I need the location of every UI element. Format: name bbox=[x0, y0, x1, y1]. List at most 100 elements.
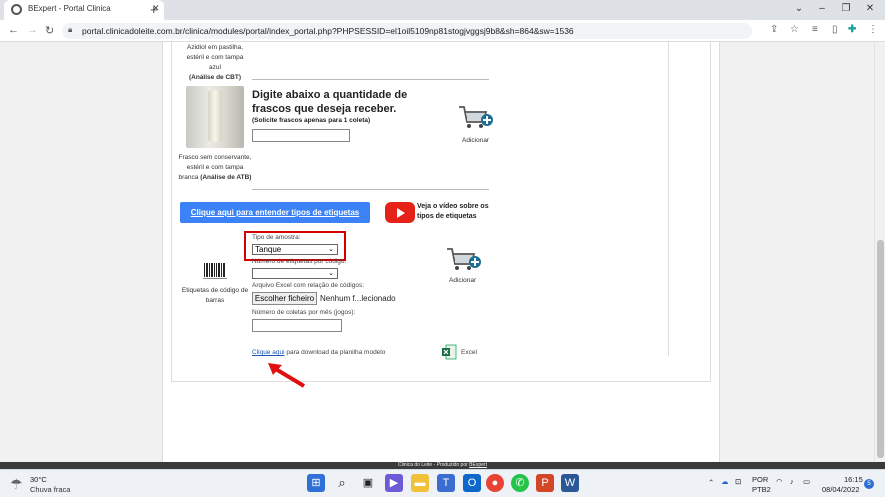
download-rest: para download da planilha modelo bbox=[284, 349, 386, 356]
scrollbar-thumb[interactable] bbox=[877, 240, 884, 458]
chrome-icon[interactable]: ● bbox=[486, 474, 504, 492]
tipo-amostra-value: Tanque bbox=[255, 245, 282, 254]
frasco-analysis: (Análise de ATB) bbox=[200, 174, 252, 181]
add-cart-icon[interactable] bbox=[445, 246, 481, 276]
divider bbox=[252, 189, 489, 190]
side-panel-icon[interactable]: ▯ bbox=[832, 24, 838, 35]
frasco-caption-line3: branca bbox=[178, 174, 199, 181]
teams-icon[interactable]: T bbox=[437, 474, 455, 492]
barcode-icon bbox=[203, 263, 227, 279]
chevron-up-icon[interactable]: ⌃ bbox=[708, 478, 714, 487]
chevron-down-icon: ⌄ bbox=[328, 246, 334, 253]
frasco-caption-line2: estéril e com tampa bbox=[186, 164, 244, 171]
youtube-icon[interactable] bbox=[385, 202, 415, 223]
chat-icon[interactable]: ▶ bbox=[385, 474, 403, 492]
new-tab-button[interactable]: + bbox=[150, 2, 158, 17]
forward-button[interactable]: → bbox=[27, 24, 38, 36]
maximize-button[interactable]: ❐ bbox=[836, 3, 856, 14]
web-page: Azidiol em pastilha, estéril e com tampa… bbox=[0, 42, 885, 462]
chevron-down-icon: ⌄ bbox=[328, 270, 334, 277]
frasco-quantity-input[interactable] bbox=[252, 129, 350, 142]
tab-title: BExpert - Portal Clinica bbox=[28, 4, 111, 13]
frasco-heading: Digite abaixo a quantidade de frascos qu… bbox=[252, 89, 408, 115]
tray-icon[interactable]: ⊡ bbox=[735, 477, 741, 486]
frasco-subnote: (Solicite frascos apenas para 1 coleta) bbox=[252, 117, 371, 124]
excel-label[interactable]: Excel bbox=[461, 349, 477, 356]
volume-icon[interactable]: ♪ bbox=[790, 477, 794, 486]
frasco-caption-line1: Frasco sem conservante, bbox=[178, 154, 252, 161]
onedrive-icon[interactable]: ☁ bbox=[721, 477, 729, 486]
tipo-amostra-select[interactable]: Tanque ⌄ bbox=[252, 244, 338, 255]
lock-icon: 🔒︎ bbox=[68, 25, 73, 34]
globe-icon bbox=[11, 4, 22, 15]
menu-icon[interactable]: ⋮ bbox=[868, 24, 878, 35]
azidiol-caption-line2: estéril e com tampa azul bbox=[186, 54, 244, 71]
file-explorer-icon[interactable]: ▬ bbox=[411, 474, 429, 492]
flask-image bbox=[186, 86, 244, 148]
start-icon[interactable]: ⊞ bbox=[307, 474, 325, 492]
outlook-icon[interactable]: O bbox=[463, 474, 481, 492]
num-etiquetas-label: Número de etiquetas por código: bbox=[252, 258, 347, 265]
footer-text: Clinica do Leite - Produzido por BExpert bbox=[0, 462, 885, 469]
azidiol-analysis: (Análise de CBT) bbox=[188, 74, 241, 81]
download-text: Clique aqui para download da planilha mo… bbox=[252, 349, 385, 356]
task-view-icon[interactable]: ▣ bbox=[359, 474, 377, 492]
word-icon[interactable]: W bbox=[561, 474, 579, 492]
search-icon[interactable]: ⌕ bbox=[333, 474, 351, 492]
barcode-caption: Etiquetas de código de barras bbox=[180, 286, 250, 306]
etiquetas-info-button[interactable]: Clique aqui para entender tipos de etiqu… bbox=[180, 202, 370, 223]
minimize-button[interactable]: – bbox=[812, 3, 832, 14]
back-button[interactable]: ← bbox=[8, 24, 19, 36]
temperature[interactable]: 30°C bbox=[30, 475, 47, 484]
reading-list-icon[interactable]: ≡ bbox=[812, 24, 818, 35]
excel-icon[interactable] bbox=[442, 344, 457, 360]
barcode-caption-line1: Etiquetas de código de bbox=[181, 287, 249, 294]
weather-text[interactable]: Chuva fraca bbox=[30, 485, 70, 494]
address-bar[interactable]: 🔒︎ portal.clinicadoleite.com.br/clinica/… bbox=[62, 23, 752, 39]
frasco-caption: Frasco sem conservante, estéril e com ta… bbox=[177, 153, 253, 183]
page-scrollbar[interactable] bbox=[874, 42, 885, 462]
weather-rain-icon[interactable]: ☂ bbox=[10, 476, 23, 493]
num-etiquetas-select[interactable]: ⌄ bbox=[252, 268, 338, 279]
url-text: portal.clinicadoleite.com.br/clinica/mod… bbox=[82, 26, 574, 36]
footer-link[interactable]: BExpert bbox=[469, 462, 487, 468]
video-text-line2: tipos de etiquetas bbox=[417, 213, 477, 220]
azidiol-caption: Azidiol em pastilha, estéril e com tampa… bbox=[180, 43, 250, 83]
footer-credit: Clinica do Leite - Produzido por bbox=[398, 462, 468, 468]
browser-tab[interactable]: BExpert - Portal Clinica ✕ bbox=[4, 0, 164, 20]
chevron-down-icon[interactable]: ⌄ bbox=[789, 3, 809, 14]
notification-badge[interactable]: 5 bbox=[864, 479, 874, 489]
azidiol-caption-line1: Azidiol em pastilha, bbox=[187, 44, 243, 51]
whatsapp-icon[interactable]: ✆ bbox=[511, 474, 529, 492]
add-label[interactable]: Adicionar bbox=[462, 137, 489, 144]
file-status: Nenhum f...lecionado bbox=[320, 294, 396, 303]
powerpoint-icon[interactable]: P bbox=[536, 474, 554, 492]
add-label[interactable]: Adicionar bbox=[449, 277, 476, 284]
language-top[interactable]: POR bbox=[752, 475, 768, 484]
download-link[interactable]: Clique aqui bbox=[252, 349, 285, 356]
battery-icon[interactable]: ▭ bbox=[803, 477, 810, 486]
num-coletas-label: Número de coletas por mês (jogos): bbox=[252, 309, 356, 316]
clock-time[interactable]: 16:15 bbox=[844, 475, 863, 484]
tipo-amostra-label: Tipo de amostra: bbox=[252, 234, 301, 241]
windows-taskbar: ☂ 30°C Chuva fraca ⊞ ⌕ ▣ ▶ ▬ T O ● ✆ P W… bbox=[0, 469, 885, 497]
num-coletas-input[interactable] bbox=[252, 319, 342, 332]
red-arrow-annotation bbox=[268, 363, 306, 388]
choose-file-button[interactable]: Escolher ficheiro bbox=[252, 292, 317, 305]
tab-strip: BExpert - Portal Clinica ✕ + ⌄ – ❐ ✕ bbox=[0, 0, 885, 20]
language-bottom[interactable]: PTB2 bbox=[752, 485, 771, 494]
page-footer: Clinica do Leite - Produzido por BExpert bbox=[0, 462, 885, 469]
share-icon[interactable]: ⇪ bbox=[770, 24, 778, 35]
close-window-button[interactable]: ✕ bbox=[860, 3, 880, 14]
video-text[interactable]: Veja o vídeo sobre os tipos de etiquetas bbox=[417, 202, 489, 222]
arquivo-label: Arquivo Excel com relação de códigos: bbox=[252, 282, 365, 289]
extension-icon[interactable]: ✚ bbox=[848, 24, 856, 35]
clock-date[interactable]: 08/04/2022 bbox=[822, 485, 860, 494]
wifi-icon[interactable]: ◠ bbox=[776, 477, 783, 486]
barcode-caption-line2: barras bbox=[205, 297, 225, 304]
bookmark-star-icon[interactable]: ☆ bbox=[790, 24, 799, 35]
reload-button[interactable]: ↻ bbox=[45, 24, 54, 37]
video-text-line1: Veja o vídeo sobre os bbox=[417, 203, 489, 210]
add-cart-icon[interactable] bbox=[457, 104, 493, 134]
browser-toolbar: ← → ↻ 🔒︎ portal.clinicadoleite.com.br/cl… bbox=[0, 20, 885, 42]
